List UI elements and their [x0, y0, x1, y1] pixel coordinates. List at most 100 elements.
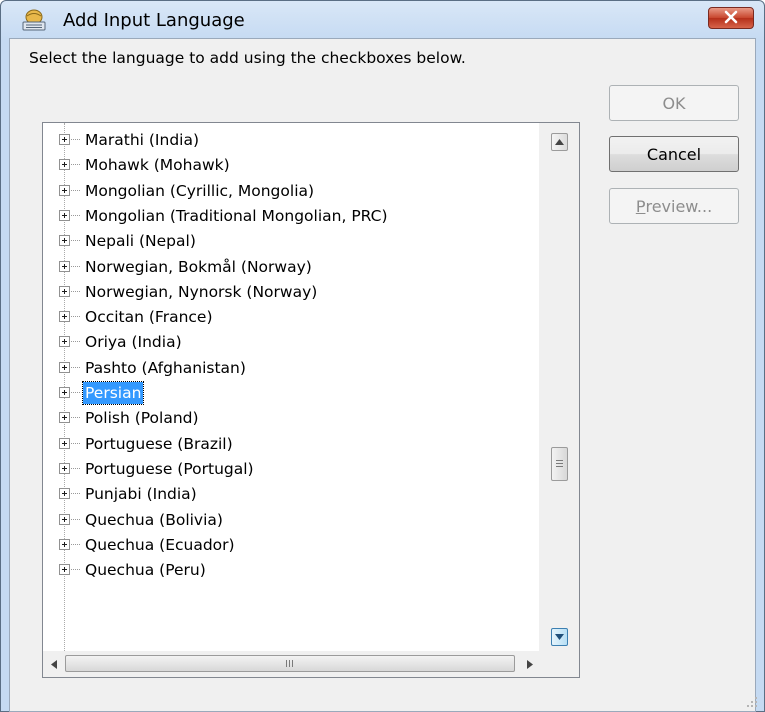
- cancel-button[interactable]: Cancel: [609, 136, 739, 172]
- arrow-down-icon: [555, 634, 564, 640]
- preview-label: review...: [645, 196, 713, 216]
- title-bar[interactable]: Add Input Language: [1, 1, 764, 39]
- ok-button[interactable]: OK: [609, 85, 739, 121]
- tree-item[interactable]: Norwegian, Bokmål (Norway): [43, 255, 541, 279]
- tree-connector: [71, 392, 80, 393]
- tree-item[interactable]: Norwegian, Nynorsk (Norway): [43, 280, 541, 304]
- dialog-window: Add Input Language Select the language t…: [0, 0, 765, 712]
- expand-plus-icon[interactable]: [59, 462, 70, 474]
- keyboard-globe-icon: [21, 9, 47, 31]
- vertical-scrollbar[interactable]: [539, 123, 579, 653]
- thumb-grip: [289, 660, 290, 667]
- tree-item[interactable]: Mongolian (Cyrillic, Mongolia): [43, 179, 541, 203]
- tree-connector: [71, 316, 80, 318]
- tree-item-label[interactable]: Persian: [81, 381, 145, 405]
- tree-item[interactable]: Quechua (Ecuador): [43, 533, 541, 557]
- tree-item-label[interactable]: Mongolian (Traditional Mongolian, PRC): [83, 205, 390, 227]
- expand-plus-icon[interactable]: [59, 134, 70, 145]
- tree-item-label[interactable]: Portuguese (Portugal): [83, 458, 256, 480]
- expand-plus-icon[interactable]: [59, 336, 70, 348]
- instruction-text: Select the language to add using the che…: [29, 49, 466, 67]
- tree-item-label[interactable]: Nepali (Nepal): [83, 230, 198, 252]
- tree-connector: [71, 240, 80, 242]
- tree-item[interactable]: Quechua (Peru): [43, 558, 541, 582]
- expand-plus-icon[interactable]: [59, 184, 70, 196]
- tree-item-label[interactable]: Mohawk (Mohawk): [83, 154, 232, 176]
- scroll-left-button[interactable]: [47, 657, 61, 671]
- tree-item[interactable]: Persian: [43, 381, 541, 405]
- tree-connector: [71, 189, 80, 191]
- horizontal-scroll-thumb[interactable]: [65, 655, 515, 672]
- tree-item[interactable]: Polish (Poland): [43, 406, 541, 430]
- expand-plus-icon[interactable]: [59, 361, 70, 373]
- tree-item[interactable]: Occitan (France): [43, 305, 541, 329]
- resize-grip-icon[interactable]: [744, 693, 758, 707]
- preview-mnemonic: P: [635, 196, 646, 216]
- tree-item-label[interactable]: Oriya (India): [83, 331, 184, 353]
- tree-connector: [71, 442, 80, 444]
- expand-plus-icon[interactable]: [59, 564, 70, 576]
- tree-item-label[interactable]: Quechua (Peru): [83, 559, 208, 581]
- tree-item-label[interactable]: Norwegian, Bokmål (Norway): [83, 256, 314, 278]
- expand-plus-icon[interactable]: [59, 311, 70, 323]
- tree-item-label[interactable]: Marathi (India): [83, 129, 201, 151]
- tree-item[interactable]: Mohawk (Mohawk): [43, 153, 541, 177]
- expand-plus-icon[interactable]: [59, 488, 70, 500]
- expand-plus-icon[interactable]: [59, 285, 70, 297]
- close-button[interactable]: [708, 7, 754, 29]
- expand-plus-icon[interactable]: [59, 159, 70, 171]
- tree-item[interactable]: Punjabi (India): [43, 482, 541, 506]
- vertical-scroll-thumb[interactable]: [551, 447, 568, 481]
- tree-item-label[interactable]: Polish (Poland): [83, 407, 201, 429]
- expand-plus-icon[interactable]: [59, 209, 70, 221]
- thumb-grip: [556, 463, 563, 464]
- tree-item[interactable]: Mongolian (Traditional Mongolian, PRC): [43, 204, 541, 228]
- tree-item[interactable]: Marathi (India): [43, 128, 541, 152]
- expand-plus-icon[interactable]: [59, 260, 70, 272]
- scroll-up-button[interactable]: [551, 133, 568, 151]
- tree-connector: [71, 366, 80, 368]
- thumb-grip: [556, 460, 563, 461]
- scrollbar-corner: [539, 651, 579, 677]
- tree-connector: [71, 518, 80, 520]
- tree-item-label[interactable]: Mongolian (Cyrillic, Mongolia): [83, 180, 316, 202]
- thumb-grip: [286, 660, 287, 667]
- tree-connector: [71, 214, 80, 216]
- expand-plus-icon[interactable]: [59, 387, 70, 398]
- tree-connector: [71, 164, 80, 166]
- tree-item-label[interactable]: Pashto (Afghanistan): [83, 357, 248, 379]
- expand-plus-icon[interactable]: [59, 412, 70, 424]
- preview-button[interactable]: Preview...: [609, 188, 739, 224]
- tree-item-label[interactable]: Occitan (France): [83, 306, 215, 328]
- thumb-grip: [292, 660, 293, 667]
- tree-connector: [71, 417, 80, 419]
- tree-item-label[interactable]: Quechua (Bolivia): [83, 509, 225, 531]
- tree-item[interactable]: Nepali (Nepal): [43, 229, 541, 253]
- tree-item[interactable]: Pashto (Afghanistan): [43, 356, 541, 380]
- tree-item[interactable]: Oriya (India): [43, 330, 541, 354]
- expand-plus-icon[interactable]: [59, 235, 70, 247]
- tree-connector: [71, 569, 80, 571]
- tree-connector: [71, 265, 80, 267]
- scroll-right-button[interactable]: [523, 657, 537, 671]
- window-title: Add Input Language: [63, 10, 245, 31]
- tree-item-label[interactable]: Norwegian, Nynorsk (Norway): [83, 281, 319, 303]
- tree-item[interactable]: Portuguese (Brazil): [43, 432, 541, 456]
- scroll-down-button[interactable]: [551, 628, 568, 646]
- tree-connector: [71, 467, 80, 469]
- tree-connector: [71, 543, 80, 545]
- tree-item[interactable]: Portuguese (Portugal): [43, 457, 541, 481]
- language-tree[interactable]: Marathi (India) Mohawk (Mohawk) Mongolian …: [42, 122, 580, 678]
- tree-item[interactable]: Quechua (Bolivia): [43, 508, 541, 532]
- tree-connector: [71, 139, 80, 140]
- tree-item-label[interactable]: Punjabi (India): [83, 483, 199, 505]
- expand-plus-icon[interactable]: [59, 513, 70, 525]
- expand-plus-icon[interactable]: [59, 538, 70, 550]
- tree-connector: [71, 290, 80, 292]
- arrow-left-icon: [51, 659, 57, 669]
- tree-item-label[interactable]: Quechua (Ecuador): [83, 534, 237, 556]
- expand-plus-icon[interactable]: [59, 437, 70, 449]
- tree-item-label[interactable]: Portuguese (Brazil): [83, 433, 235, 455]
- tree-connector: [71, 493, 80, 495]
- horizontal-scrollbar[interactable]: [43, 651, 541, 677]
